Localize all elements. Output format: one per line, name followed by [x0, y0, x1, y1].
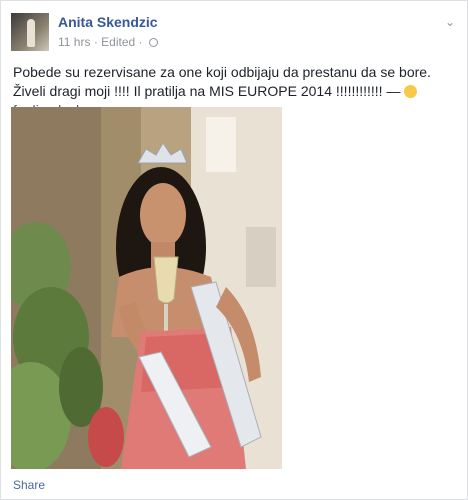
post-card: Anita Skendzic 11 hrs · Edited · ⌄ Pobed…	[0, 0, 468, 500]
smiley-emoji-icon	[404, 85, 418, 98]
separator: ·	[93, 35, 98, 49]
post-photo[interactable]	[11, 107, 282, 469]
chevron-down-icon[interactable]: ⌄	[445, 15, 455, 29]
post-subline: 11 hrs · Edited ·	[58, 34, 158, 50]
post-message: Pobede su rezervisane za one koji odbija…	[13, 64, 431, 99]
author-avatar[interactable]	[11, 13, 49, 51]
globe-icon[interactable]	[148, 38, 158, 47]
separator: ·	[138, 35, 143, 49]
post-timestamp[interactable]: 11 hrs	[58, 35, 90, 49]
post-meta: Anita Skendzic 11 hrs · Edited ·	[58, 13, 158, 51]
edited-label[interactable]: Edited	[101, 35, 135, 49]
post-header: Anita Skendzic 11 hrs · Edited ·	[11, 13, 158, 51]
author-name[interactable]: Anita Skendzic	[58, 13, 158, 31]
share-button[interactable]: Share	[13, 478, 45, 492]
